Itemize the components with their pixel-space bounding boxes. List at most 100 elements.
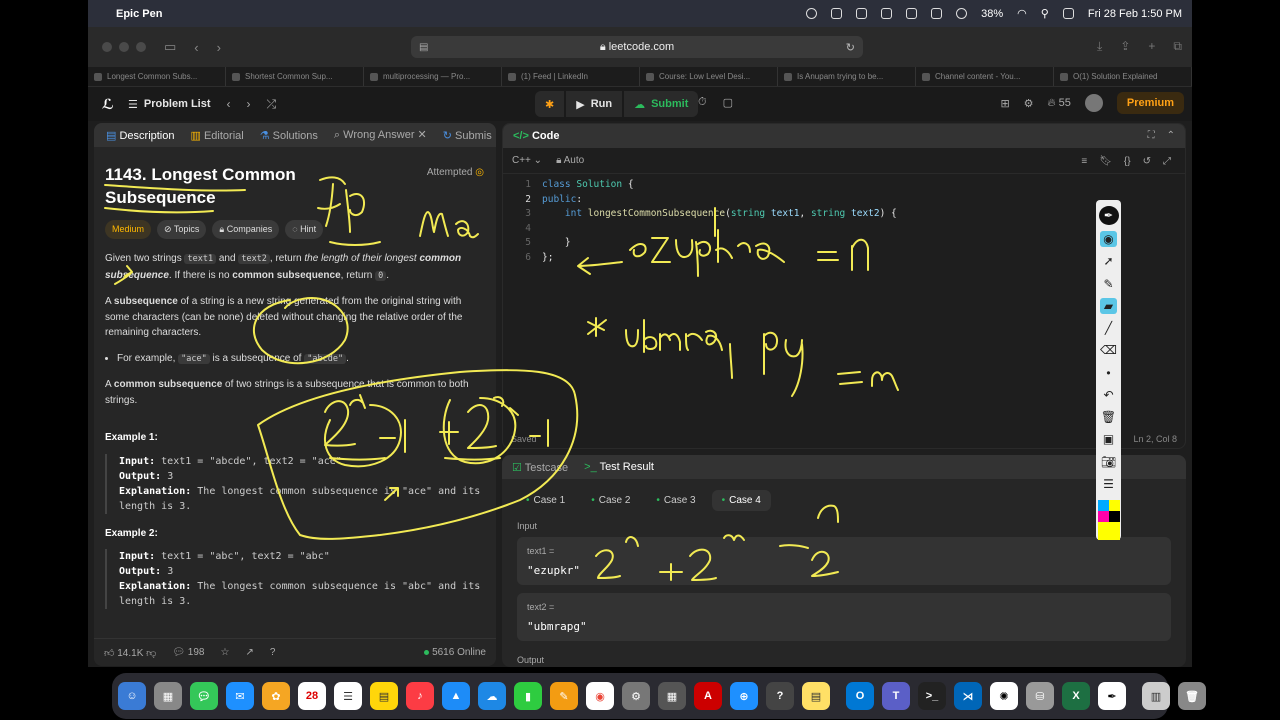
- format-icon[interactable]: ≡: [1081, 156, 1087, 167]
- search-icon[interactable]: ⚲: [1041, 7, 1049, 20]
- note-icon[interactable]: ▢: [723, 96, 733, 109]
- tab-testcase[interactable]: ☑ Testcase: [512, 461, 568, 474]
- chatgpt-icon[interactable]: ✺: [990, 682, 1018, 710]
- notes-icon[interactable]: ▤: [370, 682, 398, 710]
- expand-icon[interactable]: ⛶: [1148, 130, 1155, 141]
- help-icon[interactable]: ?: [766, 682, 794, 710]
- share-icon[interactable]: ↗: [245, 647, 253, 658]
- shield-icon[interactable]: [831, 8, 843, 19]
- tab-editorial[interactable]: ▥ Editorial: [191, 129, 244, 142]
- reload-icon[interactable]: ↻: [846, 41, 855, 54]
- clock-label[interactable]: Fri 28 Feb 1:50 PM: [1088, 8, 1182, 20]
- keynote-icon[interactable]: ▲: [442, 682, 470, 710]
- highlighter-icon[interactable]: ▰: [1100, 297, 1117, 315]
- difficulty-badge[interactable]: Medium: [105, 220, 152, 239]
- close-window-button[interactable]: [102, 42, 112, 52]
- control-center-icon[interactable]: [1062, 8, 1074, 19]
- code-editor[interactable]: 1 class Solution { 2 public: 3 int longest…: [503, 178, 1185, 266]
- browser-tab[interactable]: Is Anupam trying to be...: [778, 67, 916, 86]
- downloads-icon[interactable]: ▥: [1142, 682, 1170, 710]
- shuffle-icon[interactable]: ⤮: [267, 97, 277, 112]
- back-icon[interactable]: ‹: [194, 40, 198, 55]
- tab-solutions[interactable]: ⚗ Solutions: [260, 129, 318, 142]
- address-bar[interactable]: ▤ 🔒︎ leetcode.com ↻: [411, 36, 863, 58]
- record-icon[interactable]: [806, 8, 818, 19]
- messages-icon[interactable]: 💬︎: [190, 682, 218, 710]
- avatar[interactable]: [1084, 94, 1103, 112]
- marker-icon[interactable]: ╱: [1100, 320, 1117, 336]
- submit-button[interactable]: ☁ Submit: [624, 91, 699, 117]
- browser-tab[interactable]: (1) Feed | LinkedIn: [502, 67, 640, 86]
- eye-icon[interactable]: ◉: [1100, 231, 1117, 248]
- browser-tab[interactable]: Shortest Common Sup...: [226, 67, 364, 86]
- browser-tab[interactable]: Course: Low Level Desi...: [640, 67, 778, 86]
- launchpad-icon[interactable]: ▦: [154, 682, 182, 710]
- icloud-icon[interactable]: ☁: [478, 682, 506, 710]
- teams-icon[interactable]: T: [882, 682, 910, 710]
- problem-list-link[interactable]: ☰ Problem List: [128, 98, 211, 111]
- pen-icon[interactable]: [881, 8, 893, 19]
- undo-icon[interactable]: ↶: [1100, 387, 1117, 403]
- bookmark-icon[interactable]: 🔖︎: [1099, 156, 1112, 167]
- case-tab[interactable]: • Case 3: [646, 490, 705, 511]
- forward-icon[interactable]: ›: [217, 40, 221, 55]
- browser-tab[interactable]: multiprocessing — Pro...: [364, 67, 502, 86]
- premium-button[interactable]: Premium: [1116, 92, 1184, 114]
- case-tab[interactable]: • Case 4: [711, 490, 771, 511]
- companies-tag[interactable]: 🔒︎ Companies: [212, 220, 280, 239]
- vscode-icon[interactable]: ⋊: [954, 682, 982, 710]
- excel-icon[interactable]: X: [1062, 682, 1090, 710]
- fullscreen-icon[interactable]: ⤢: [1163, 156, 1171, 167]
- trash-icon[interactable]: 🗑︎: [1100, 409, 1117, 425]
- safari-icon[interactable]: ⊕: [730, 682, 758, 710]
- cursor-icon[interactable]: ➚: [1100, 253, 1117, 269]
- problem-title[interactable]: 1143. Longest Common Subsequence: [105, 163, 325, 209]
- terminal-icon[interactable]: >_: [918, 682, 946, 710]
- display-icon[interactable]: [931, 8, 943, 19]
- browser-tab[interactable]: Channel content - You...: [916, 67, 1054, 86]
- braces-icon[interactable]: {}: [1124, 156, 1131, 167]
- system-settings-icon[interactable]: ⚙: [622, 682, 650, 710]
- tab-overview-icon[interactable]: ⧉: [1173, 39, 1182, 54]
- next-problem-icon[interactable]: ›: [247, 97, 251, 111]
- epic-pen-icon[interactable]: ✒: [1098, 682, 1126, 710]
- share-icon[interactable]: ⇪: [1120, 39, 1130, 54]
- app-name[interactable]: Epic Pen: [116, 8, 162, 20]
- tab-wrong-answer[interactable]: ⌕ Wrong Answer ✕: [334, 128, 427, 142]
- case-tab[interactable]: • Case 2: [581, 490, 640, 511]
- reset-icon[interactable]: ↺: [1143, 156, 1151, 167]
- star-icon[interactable]: ☆: [220, 647, 229, 658]
- calculator-icon[interactable]: ▦: [658, 682, 686, 710]
- download-icon[interactable]: ⤓: [1097, 39, 1102, 54]
- trash-icon[interactable]: 🗑︎: [1178, 682, 1206, 710]
- like-button[interactable]: 👍︎ 14.1K 👎︎: [104, 647, 156, 659]
- topics-tag[interactable]: ⊘ Topics: [157, 220, 207, 239]
- browser-tab[interactable]: O(1) Solution Explained: [1054, 67, 1192, 86]
- color-swatch[interactable]: [1097, 510, 1109, 522]
- leetcode-logo-icon[interactable]: ℒ: [102, 96, 114, 113]
- streak-counter[interactable]: 🔥︎ 55: [1048, 97, 1071, 110]
- acrobat-icon[interactable]: A: [694, 682, 722, 710]
- gear-icon[interactable]: ⚙: [1024, 97, 1034, 110]
- close-icon[interactable]: ✕: [418, 129, 427, 141]
- gear-icon[interactable]: [856, 8, 868, 19]
- music-icon[interactable]: ♪: [406, 682, 434, 710]
- mail-icon[interactable]: ✉: [226, 682, 254, 710]
- reminders-icon[interactable]: ☰: [334, 682, 362, 710]
- color-swatch[interactable]: [1097, 499, 1109, 511]
- browser-tab[interactable]: Longest Common Subs...: [88, 67, 226, 86]
- timer-icon[interactable]: ⏱: [698, 96, 707, 109]
- brush-size-icon[interactable]: •: [1100, 365, 1117, 381]
- photos-icon[interactable]: ✿: [262, 682, 290, 710]
- whiteboard-icon[interactable]: ▣: [1100, 431, 1117, 447]
- debug-button[interactable]: ✱: [535, 91, 565, 117]
- tab-description[interactable]: ▤ Description: [106, 129, 175, 142]
- comments-button[interactable]: 💬︎ 198: [172, 647, 204, 658]
- eraser-icon[interactable]: ⌫: [1100, 342, 1117, 358]
- run-button[interactable]: ▶ Run: [566, 91, 623, 117]
- stickies-icon[interactable]: ▤: [802, 682, 830, 710]
- switch-icon[interactable]: [906, 8, 918, 19]
- case-tab[interactable]: • Case 1: [516, 490, 575, 511]
- outlook-icon[interactable]: O: [846, 682, 874, 710]
- pages-icon[interactable]: ✎: [550, 682, 578, 710]
